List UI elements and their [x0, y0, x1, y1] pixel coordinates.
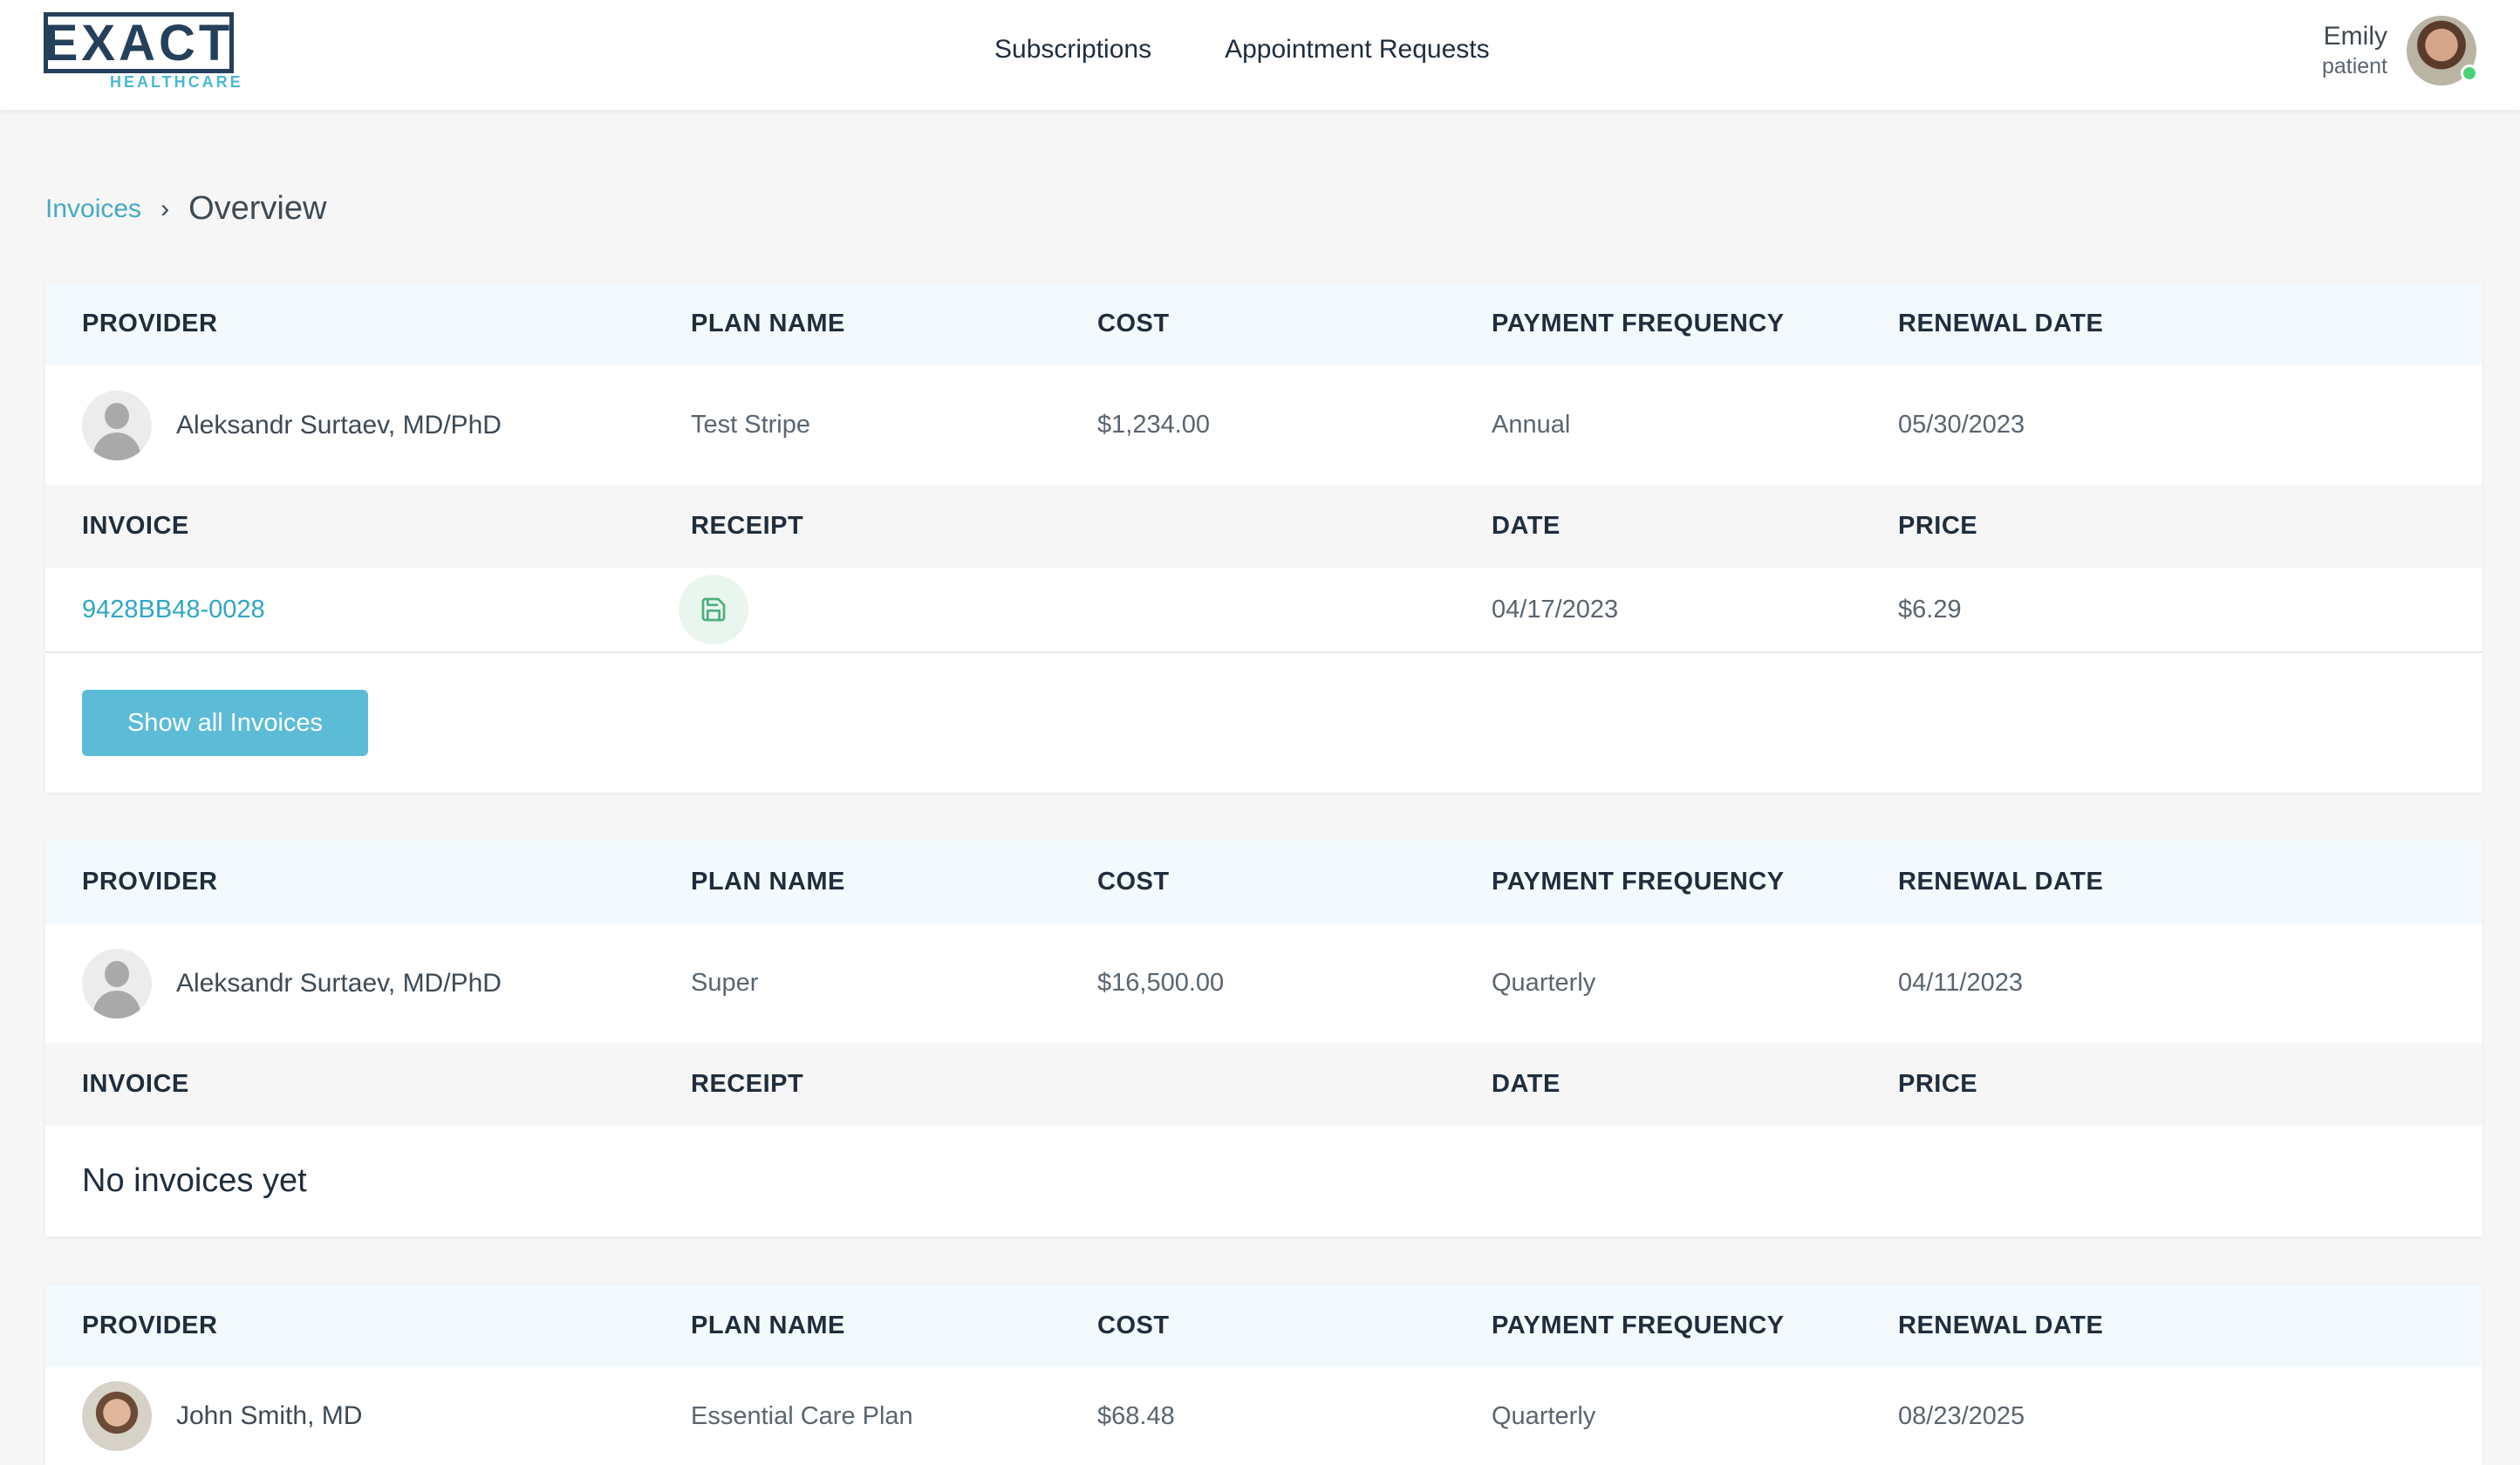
payment-frequency: Quarterly: [1492, 969, 1596, 997]
download-receipt-button[interactable]: [679, 575, 748, 644]
online-status-icon: [2461, 65, 2478, 82]
main-nav: Subscriptions Appointment Requests: [994, 35, 1490, 65]
plan-name: Test Stripe: [691, 411, 810, 439]
user-avatar[interactable]: [2407, 16, 2478, 85]
col-cost: COST: [1097, 310, 1170, 337]
provider-avatar: [82, 1381, 152, 1451]
col-plan-name: PLAN NAME: [691, 868, 845, 896]
provider-name: John Smith, MD: [176, 1401, 363, 1430]
invoice-header-row: INVOICE RECEIPT DATE PRICE: [45, 1043, 2482, 1126]
user-info: Emily patient: [2322, 21, 2387, 81]
subscription-header-row: PROVIDER PLAN NAME COST PAYMENT FREQUENC…: [45, 283, 2482, 365]
renewal-date: 08/23/2025: [1898, 1401, 2025, 1430]
col-provider: PROVIDER: [82, 868, 218, 896]
logo-wordmark: EXACT: [44, 12, 234, 73]
plan-name: Essential Care Plan: [691, 1401, 913, 1430]
save-icon: [701, 597, 726, 622]
breadcrumb-invoices[interactable]: Invoices: [45, 194, 141, 224]
col-provider: PROVIDER: [82, 310, 218, 337]
chevron-right-icon: ›: [160, 194, 170, 223]
col-price: PRICE: [1898, 512, 1978, 540]
col-cost: COST: [1097, 1312, 1170, 1339]
col-provider: PROVIDER: [82, 1312, 218, 1339]
provider-avatar: [82, 948, 152, 1019]
col-renewal-date: RENEWAL DATE: [1898, 1312, 2104, 1339]
plan-cost: $68.48: [1097, 1401, 1175, 1430]
col-plan-name: PLAN NAME: [691, 1312, 845, 1339]
col-date: DATE: [1492, 1070, 1560, 1098]
col-invoice: INVOICE: [82, 1070, 189, 1098]
payment-frequency: Annual: [1492, 411, 1571, 439]
col-cost: COST: [1097, 868, 1170, 896]
col-date: DATE: [1492, 512, 1560, 540]
col-payment-frequency: PAYMENT FREQUENCY: [1492, 310, 1785, 337]
plan-cost: $16,500.00: [1097, 969, 1225, 997]
user-role: patient: [2321, 53, 2387, 78]
col-payment-frequency: PAYMENT FREQUENCY: [1492, 868, 1785, 896]
nav-appointment-requests[interactable]: Appointment Requests: [1225, 35, 1490, 65]
col-invoice: INVOICE: [82, 512, 189, 540]
col-receipt: RECEIPT: [691, 512, 804, 540]
invoice-row: 9428BB48-0028 04/17/2023 $6.29: [45, 568, 2482, 653]
subscription-header-row: PROVIDER PLAN NAME COST PAYMENT FREQUENC…: [45, 1284, 2482, 1367]
col-price: PRICE: [1898, 1070, 1978, 1098]
breadcrumb: Invoices › Overview: [45, 190, 326, 228]
subscription-header-row: PROVIDER PLAN NAME COST PAYMENT FREQUENC…: [45, 841, 2482, 923]
plan-cost: $1,234.00: [1097, 411, 1211, 439]
invoice-header-row: INVOICE RECEIPT DATE PRICE: [45, 485, 2482, 568]
subscription-card: PROVIDER PLAN NAME COST PAYMENT FREQUENC…: [45, 1284, 2482, 1465]
subscription-row: Aleksandr Surtaev, MD/PhD Test Stripe $1…: [45, 365, 2482, 485]
col-renewal-date: RENEWAL DATE: [1898, 868, 2104, 896]
col-plan-name: PLAN NAME: [691, 310, 845, 337]
empty-state-text: No invoices yet: [82, 1162, 307, 1199]
col-receipt: RECEIPT: [691, 1070, 804, 1098]
invoice-price: $6.29: [1898, 595, 1962, 623]
top-bar: EXACT HEALTHCARE Subscriptions Appointme…: [0, 0, 2520, 110]
logo-subtitle: HEALTHCARE: [110, 73, 243, 91]
subscription-row: John Smith, MD Essential Care Plan $68.4…: [45, 1367, 2482, 1465]
empty-invoices: No invoices yet: [45, 1126, 2482, 1237]
subscription-card: PROVIDER PLAN NAME COST PAYMENT FREQUENC…: [45, 283, 2482, 793]
renewal-date: 04/11/2023: [1898, 969, 2023, 997]
col-renewal-date: RENEWAL DATE: [1898, 310, 2104, 337]
col-payment-frequency: PAYMENT FREQUENCY: [1492, 1312, 1785, 1339]
renewal-date: 05/30/2023: [1898, 411, 2025, 439]
subscription-row: Aleksandr Surtaev, MD/PhD Super $16,500.…: [45, 923, 2482, 1043]
user-menu[interactable]: Emily patient: [2322, 16, 2478, 85]
subscription-card: PROVIDER PLAN NAME COST PAYMENT FREQUENC…: [45, 841, 2482, 1237]
exact-healthcare-logo[interactable]: EXACT HEALTHCARE: [44, 12, 243, 92]
page-title: Overview: [188, 190, 327, 227]
card-footer: Show all Invoices: [45, 653, 2482, 793]
plan-name: Super: [691, 969, 759, 997]
invoice-date: 04/17/2023: [1492, 595, 1619, 623]
provider-name: Aleksandr Surtaev, MD/PhD: [176, 968, 502, 998]
show-all-invoices-button[interactable]: Show all Invoices: [82, 690, 368, 756]
provider-avatar: [82, 390, 152, 460]
payment-frequency: Quarterly: [1492, 1401, 1596, 1430]
user-name: Emily: [2323, 21, 2387, 51]
invoice-id-link[interactable]: 9428BB48-0028: [82, 596, 265, 624]
provider-name: Aleksandr Surtaev, MD/PhD: [176, 410, 502, 440]
nav-subscriptions[interactable]: Subscriptions: [994, 35, 1151, 65]
